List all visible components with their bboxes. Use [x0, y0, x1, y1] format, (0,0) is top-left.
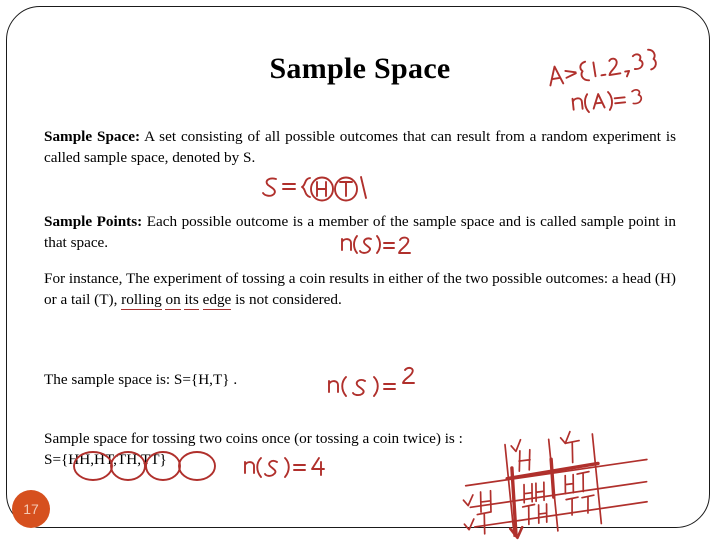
paragraph-sample-space-result: The sample space is: S={H,T} .: [44, 371, 238, 388]
paragraph-two-coins-line-2: S={HH,HT,TH,TT}: [44, 451, 167, 468]
paragraph-sample-points: Sample Points: Each possible outcome is …: [44, 211, 676, 253]
paragraph-sample-points-lead: Sample Points:: [44, 213, 143, 230]
page-title: Sample Space: [269, 52, 451, 85]
underlined-its: its: [184, 291, 199, 310]
paragraph-two-coins: Sample space for tossing two coins once …: [44, 428, 676, 470]
paragraph-two-coins-line-1: Sample space for tossing two coins once …: [44, 430, 463, 447]
underlined-edge: edge: [202, 291, 232, 310]
paragraph-sample-space: Sample Space: A set consisting of all po…: [44, 126, 676, 168]
paragraph-for-instance: For instance, The experiment of tossing …: [44, 268, 676, 310]
paragraph-sample-space-lead: Sample Space:: [44, 128, 141, 145]
underlined-rolling: rolling: [121, 291, 162, 310]
slide-number-badge: 17: [12, 490, 50, 528]
slide-canvas: Sample Space Sample Space: A set consist…: [0, 0, 720, 540]
paragraph-for-instance-part-b: is not considered.: [231, 291, 342, 308]
underlined-on: on: [165, 291, 181, 310]
